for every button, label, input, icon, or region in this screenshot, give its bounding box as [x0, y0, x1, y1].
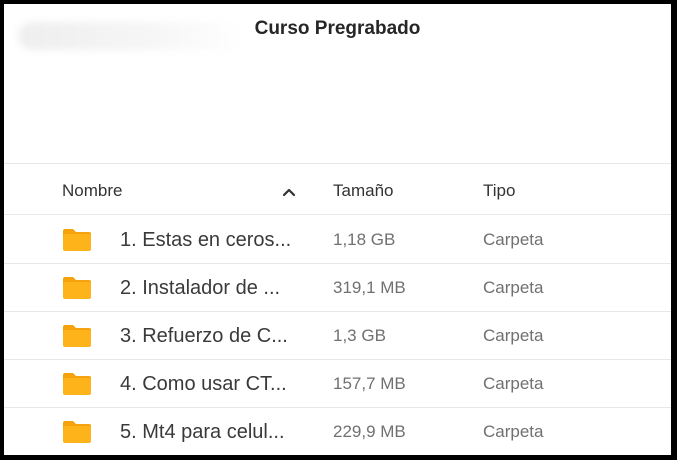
file-size: 319,1 MB [333, 278, 406, 297]
column-header-type[interactable]: Tipo [483, 166, 515, 216]
table-header: Nombre Tamaño Tipo [4, 166, 671, 216]
table-row[interactable]: 3. Refuerzo de C... 1,3 GB Carpeta [4, 312, 671, 360]
column-header-size[interactable]: Tamaño [333, 166, 393, 216]
file-size: 1,3 GB [333, 326, 386, 345]
file-name[interactable]: 4. Como usar CT... [120, 360, 310, 408]
file-type: Carpeta [483, 422, 544, 441]
file-type: Carpeta [483, 230, 544, 249]
file-name[interactable]: 5. Mt4 para celul... [120, 408, 310, 455]
file-browser-window: Curso Pregrabado Nombre Tamaño Tipo 1. E… [4, 4, 671, 455]
file-size: 229,9 MB [333, 422, 406, 441]
folder-icon [62, 324, 92, 348]
column-header-name[interactable]: Nombre [62, 166, 122, 216]
file-size: 157,7 MB [333, 374, 406, 393]
file-name[interactable]: 3. Refuerzo de C... [120, 312, 310, 360]
table-header-divider [4, 214, 671, 215]
table-row[interactable]: 5. Mt4 para celul... 229,9 MB Carpeta [4, 408, 671, 455]
table-row[interactable]: 1. Estas en ceros... 1,18 GB Carpeta [4, 216, 671, 264]
folder-icon [62, 420, 92, 444]
file-size: 1,18 GB [333, 230, 396, 249]
folder-icon [62, 372, 92, 396]
chevron-up-icon[interactable] [282, 166, 296, 216]
file-type: Carpeta [483, 326, 544, 345]
table-row[interactable]: 2. Instalador de ... 319,1 MB Carpeta [4, 264, 671, 312]
table-row[interactable]: 4. Como usar CT... 157,7 MB Carpeta [4, 360, 671, 408]
file-type: Carpeta [483, 374, 544, 393]
file-name[interactable]: 1. Estas en ceros... [120, 216, 310, 264]
folder-icon [62, 228, 92, 252]
folder-icon [62, 276, 92, 300]
page-title: Curso Pregrabado [254, 18, 421, 39]
header-divider [4, 163, 671, 164]
file-type: Carpeta [483, 278, 544, 297]
file-name[interactable]: 2. Instalador de ... [120, 264, 310, 312]
